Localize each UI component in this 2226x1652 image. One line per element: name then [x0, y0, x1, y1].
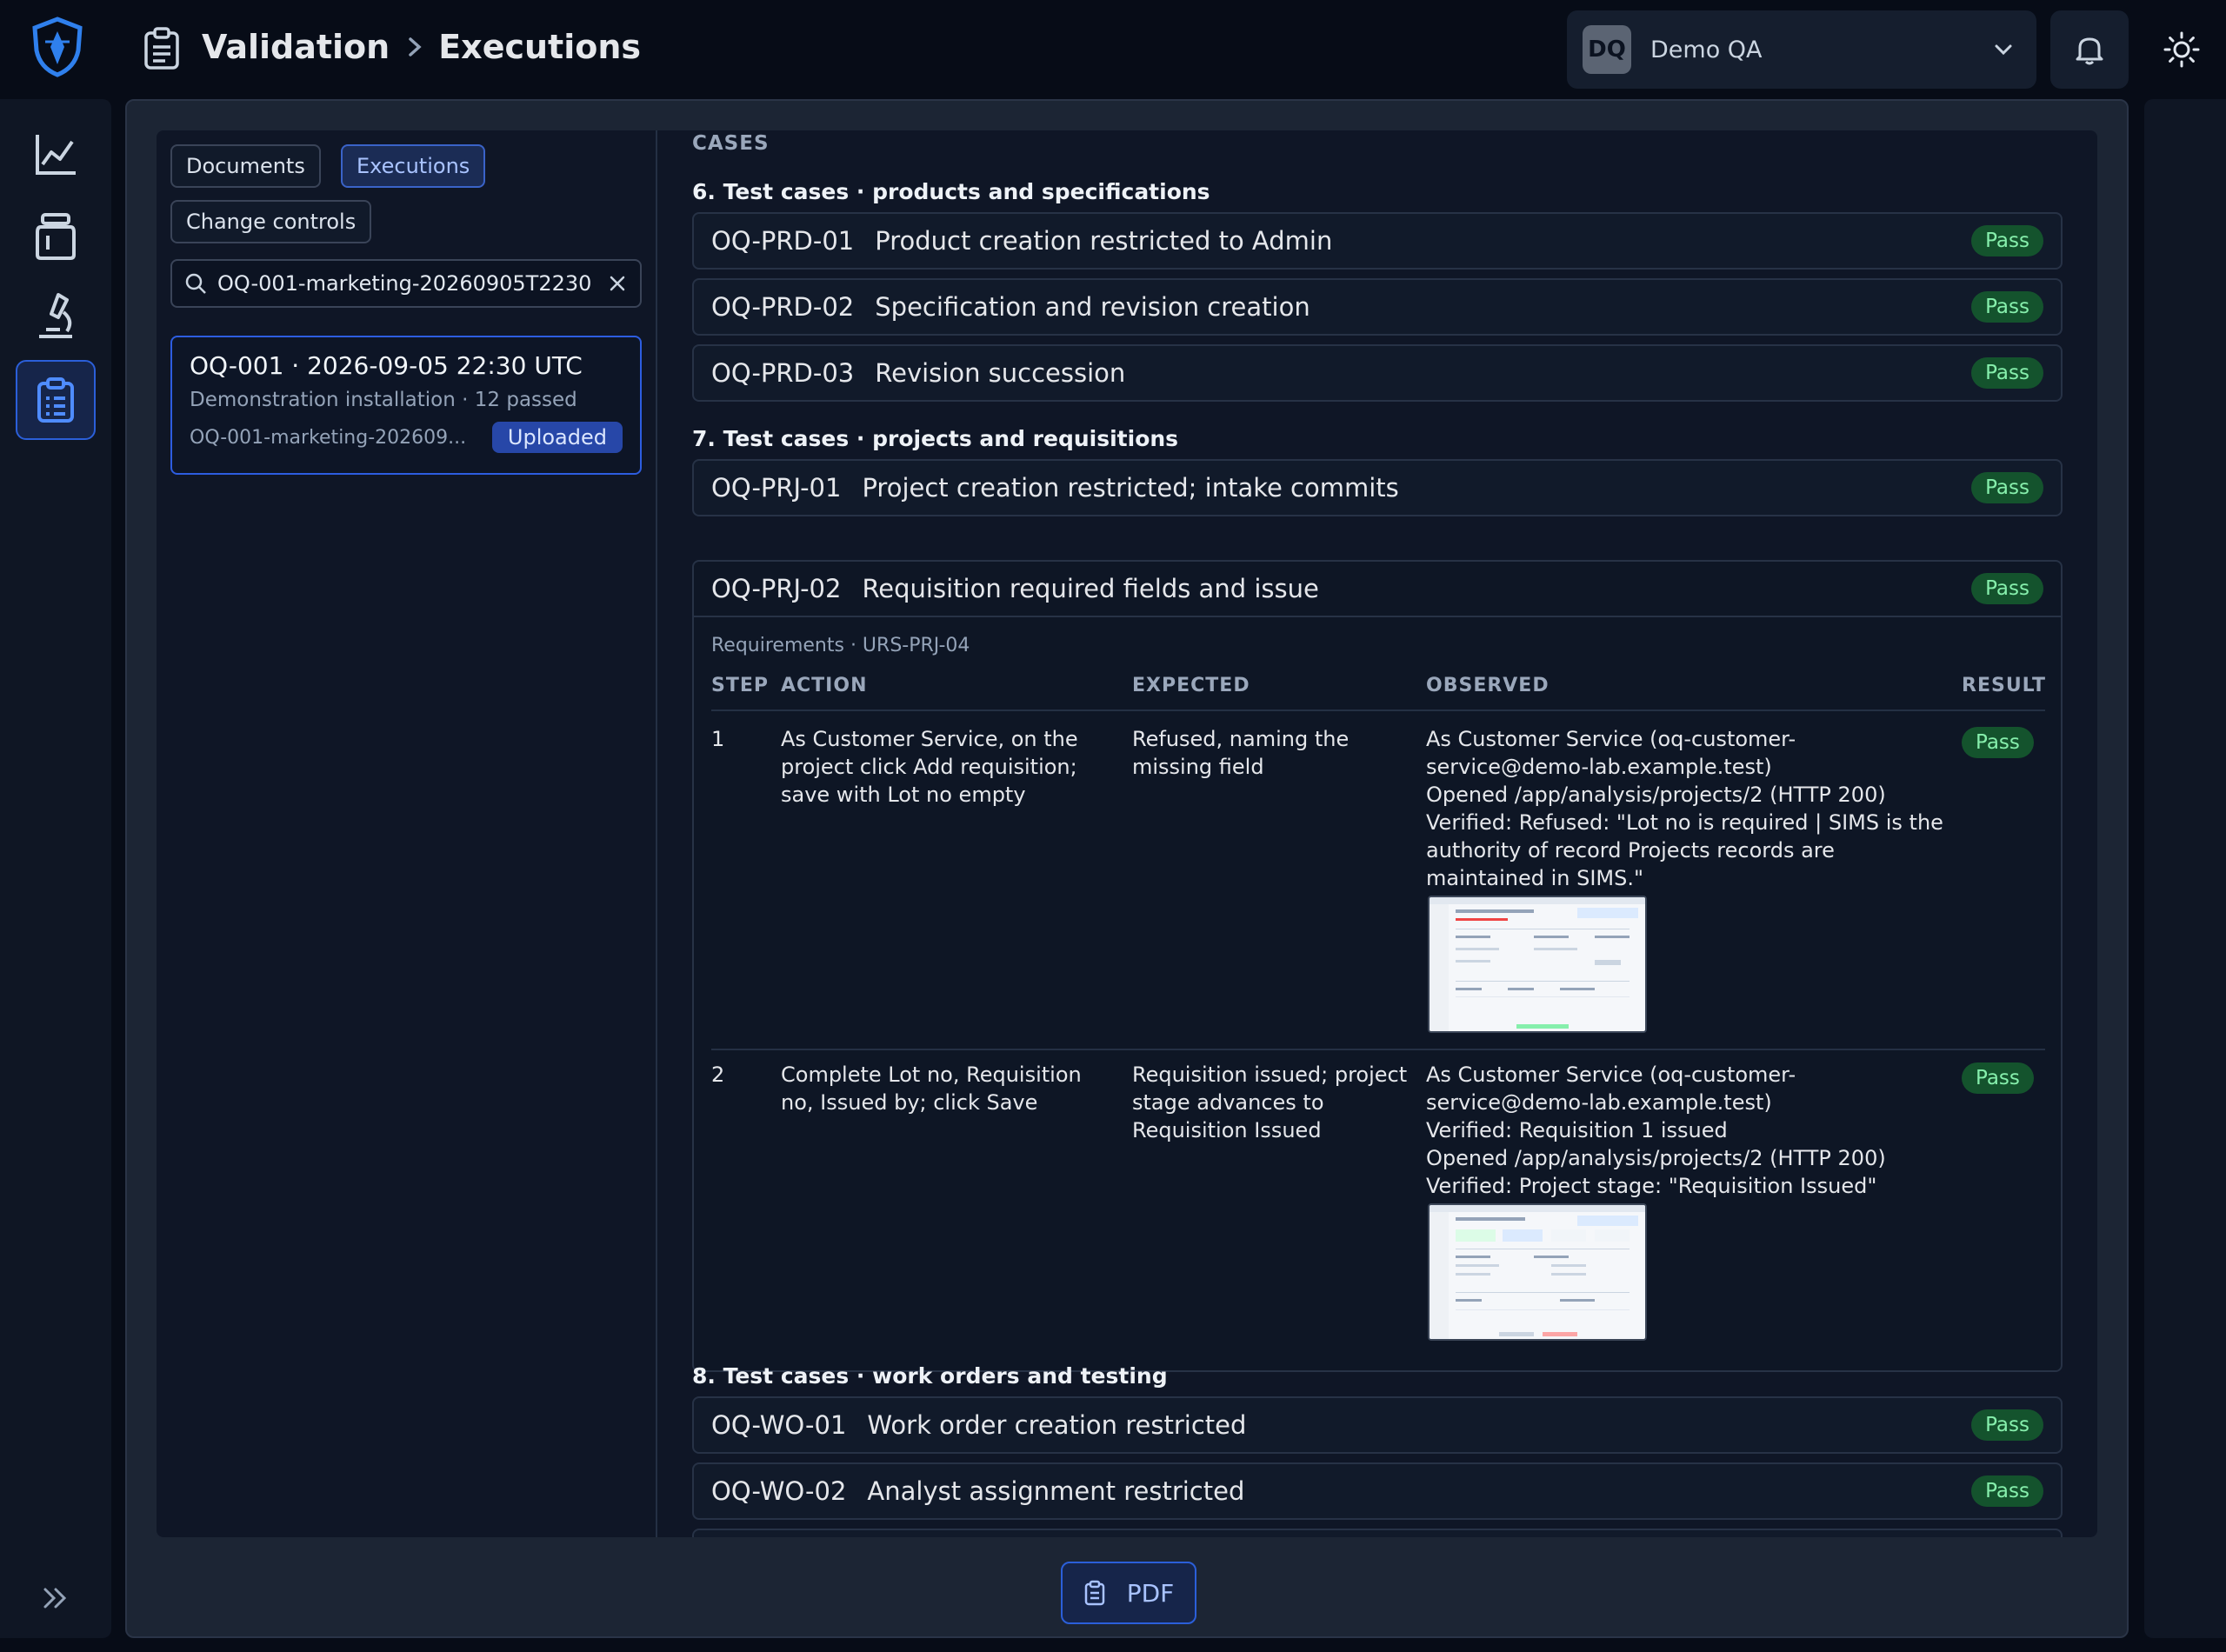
chevron-down-icon [1991, 37, 2016, 62]
pass-badge: Pass [1971, 357, 2043, 389]
step-number: 1 [711, 727, 725, 751]
status-badge: Uploaded [491, 422, 623, 453]
column-observed: OBSERVED [1426, 675, 1550, 696]
pdf-label: PDF [1126, 1578, 1175, 1608]
case-row[interactable] [692, 1529, 2063, 1537]
expand-rail-icon[interactable] [38, 1581, 73, 1615]
column-result: RESULT [1962, 675, 2047, 696]
user-name: Demo QA [1650, 36, 1763, 63]
case-title: Work order creation restricted [867, 1410, 1247, 1440]
chart-icon [36, 135, 76, 175]
step-action: Complete Lot no, Requisition no, Issued … [781, 1062, 1082, 1115]
case-id: OQ-WO-02 [711, 1476, 847, 1506]
case-title: Specification and revision creation [875, 292, 1310, 322]
rail-item-analytics[interactable] [16, 115, 96, 195]
case-id: OQ-PRD-01 [711, 226, 855, 256]
workspace-select[interactable]: DQ Demo QA [1567, 10, 2036, 89]
section-heading: 8. Test cases · work orders and testing [692, 1363, 1168, 1389]
tab-change-controls[interactable]: Change controls [170, 200, 372, 243]
top-bar: Validation Executions DQ Demo QA [0, 0, 2226, 97]
executions-list: Documents Executions Change controls OQ-… [157, 130, 657, 1537]
pass-badge: Pass [1971, 573, 2043, 604]
step-number: 2 [711, 1062, 725, 1087]
case-title: Product creation restricted to Admin [875, 226, 1333, 256]
theme-toggle-sun-icon[interactable] [2162, 30, 2202, 70]
pass-badge: Pass [1971, 291, 2043, 323]
case-detail: OQ-PRJ-02 Requisition required fields an… [692, 560, 2063, 1372]
column-expected: EXPECTED [1132, 675, 1250, 696]
case-title: Revision succession [875, 358, 1126, 388]
tab-documents[interactable]: Documents [170, 144, 321, 188]
pass-badge: Pass [1971, 472, 2043, 503]
case-id: OQ-PRD-03 [711, 358, 855, 388]
case-row[interactable]: OQ-WO-02 Analyst assignment restricted P… [692, 1462, 2063, 1520]
clear-search-icon[interactable] [607, 273, 628, 294]
search-icon [185, 273, 206, 294]
pass-badge: Pass [1962, 727, 2034, 758]
right-panel-strip [2144, 99, 2226, 1638]
tab-executions[interactable]: Executions [341, 144, 486, 188]
section-heading: 7. Test cases · projects and requisition… [692, 426, 1179, 451]
case-row[interactable]: OQ-WO-01 Work order creation restricted … [692, 1396, 2063, 1454]
step-expected: Requisition issued; project stage advanc… [1132, 1062, 1408, 1142]
cases-label: CASES [692, 132, 770, 155]
jar-icon [36, 213, 76, 260]
case-row[interactable]: OQ-PRD-02 Specification and revision cre… [692, 278, 2063, 336]
requirements-label: Requirements · URS-PRJ-04 [711, 635, 970, 656]
content-area: Documents Executions Change controls OQ-… [157, 130, 2097, 1537]
pass-badge: Pass [1971, 1475, 2043, 1507]
screenshot-thumbnail[interactable] [1428, 1203, 1647, 1341]
breadcrumb-validation[interactable]: Validation [202, 28, 390, 66]
search-input[interactable]: OQ-001-marketing-20260905T2230 [170, 259, 642, 308]
app-logo-icon[interactable] [30, 16, 85, 78]
search-value[interactable]: OQ-001-marketing-20260905T2230 [217, 271, 607, 296]
pass-badge: Pass [1971, 225, 2043, 256]
main-panel: Documents Executions Change controls OQ-… [125, 99, 2129, 1638]
pdf-button[interactable]: PDF [1061, 1562, 1196, 1624]
execution-title: OQ-001 · 2026-09-05 22:30 UTC [190, 351, 583, 380]
case-row-expanded[interactable]: OQ-PRJ-02 Requisition required fields an… [694, 562, 2061, 617]
case-title: Project creation restricted; intake comm… [862, 473, 1399, 503]
pass-badge: Pass [1971, 1409, 2043, 1441]
clipboard-icon [143, 26, 181, 71]
notifications-button[interactable] [2050, 10, 2129, 89]
divider [711, 1049, 2045, 1050]
case-row[interactable]: OQ-PRD-03 Revision succession Pass [692, 344, 2063, 402]
execution-file: OQ-001-marketing-202609... [190, 426, 467, 449]
breadcrumb: Validation Executions [202, 23, 641, 71]
document-icon [1084, 1580, 1104, 1606]
cases-panel: CASES 6. Test cases · products and speci… [692, 130, 2069, 1537]
clipboard-icon [37, 377, 74, 423]
avatar: DQ [1583, 25, 1631, 74]
breadcrumb-executions: Executions [438, 28, 642, 66]
execution-card[interactable]: OQ-001 · 2026-09-05 22:30 UTC Demonstrat… [170, 336, 642, 475]
step-observed: As Customer Service (oq-customer-service… [1426, 727, 1943, 890]
divider [711, 709, 2045, 711]
step-expected: Refused, naming the missing field [1132, 727, 1350, 779]
case-row[interactable]: OQ-PRD-01 Product creation restricted to… [692, 212, 2063, 270]
step-observed: As Customer Service (oq-customer-service… [1426, 1062, 1886, 1198]
case-title: Requisition required fields and issue [862, 574, 1319, 603]
case-id: OQ-WO-01 [711, 1410, 847, 1440]
case-row[interactable]: OQ-PRJ-01 Project creation restricted; i… [692, 459, 2063, 516]
bell-icon [2076, 37, 2103, 65]
case-id: OQ-PRJ-01 [711, 473, 842, 503]
case-title: Analyst assignment restricted [867, 1476, 1245, 1506]
rail-item-samples[interactable] [16, 197, 96, 276]
chevron-right-icon [402, 34, 428, 60]
case-id: OQ-PRJ-02 [711, 574, 842, 603]
column-step: STEP [711, 675, 770, 696]
step-action: As Customer Service, on the project clic… [781, 727, 1078, 807]
pass-badge: Pass [1962, 1062, 2034, 1094]
rail-item-validation[interactable] [16, 360, 96, 440]
microscope-icon [39, 293, 72, 338]
execution-subtitle: Demonstration installation · 12 passed [190, 389, 577, 411]
rail-item-lab[interactable] [16, 276, 96, 356]
column-action: ACTION [781, 675, 868, 696]
screenshot-thumbnail[interactable] [1428, 896, 1647, 1033]
section-heading: 6. Test cases · products and specificati… [692, 179, 1210, 204]
case-id: OQ-PRD-02 [711, 292, 855, 322]
